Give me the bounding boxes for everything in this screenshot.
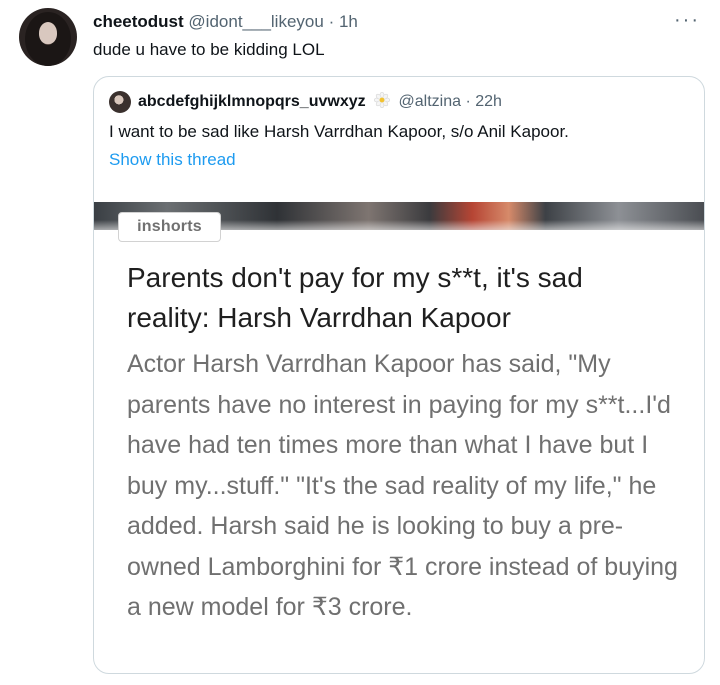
quoted-tweet[interactable]: abcdefghijklmnopqrs_uvwxyz @altzina · 22… — [93, 76, 705, 674]
quoted-author-handle[interactable]: @altzina — [399, 93, 462, 110]
show-thread-link[interactable]: Show this thread — [109, 149, 236, 171]
tweet-text: dude u have to be kidding LOL — [93, 40, 325, 59]
quoted-tweet-timestamp[interactable]: 22h — [475, 93, 502, 110]
header-separator: · — [328, 12, 335, 31]
more-options-icon[interactable]: ··· — [674, 10, 700, 30]
author-handle[interactable]: @idont___likeyou — [188, 12, 323, 31]
quoted-tweet-header: abcdefghijklmnopqrs_uvwxyz @altzina · 22… — [138, 91, 502, 113]
author-name[interactable]: cheetodust — [93, 12, 184, 31]
news-card-image[interactable]: inshorts Parents don't pay for my s**t, … — [94, 202, 704, 640]
daisy-icon — [374, 92, 391, 108]
source-badge: inshorts — [118, 212, 221, 242]
card-body-text: Actor Harsh Varrdhan Kapoor has said, "M… — [127, 350, 678, 621]
tweet-timestamp[interactable]: 1h — [339, 12, 358, 31]
quoted-author-avatar[interactable] — [109, 91, 131, 113]
author-avatar[interactable] — [19, 8, 77, 66]
quoted-author-name[interactable]: abcdefghijklmnopqrs_uvwxyz — [138, 93, 366, 110]
card-headline: Parents don't pay for my s**t, it's sad … — [127, 262, 583, 333]
tweet-header: cheetodust @idont___likeyou · 1h — [93, 12, 358, 32]
quoted-header-separator: · — [465, 93, 471, 110]
quoted-tweet-text: I want to be sad like Harsh Varrdhan Kap… — [109, 122, 569, 141]
avatar-face — [39, 22, 57, 44]
